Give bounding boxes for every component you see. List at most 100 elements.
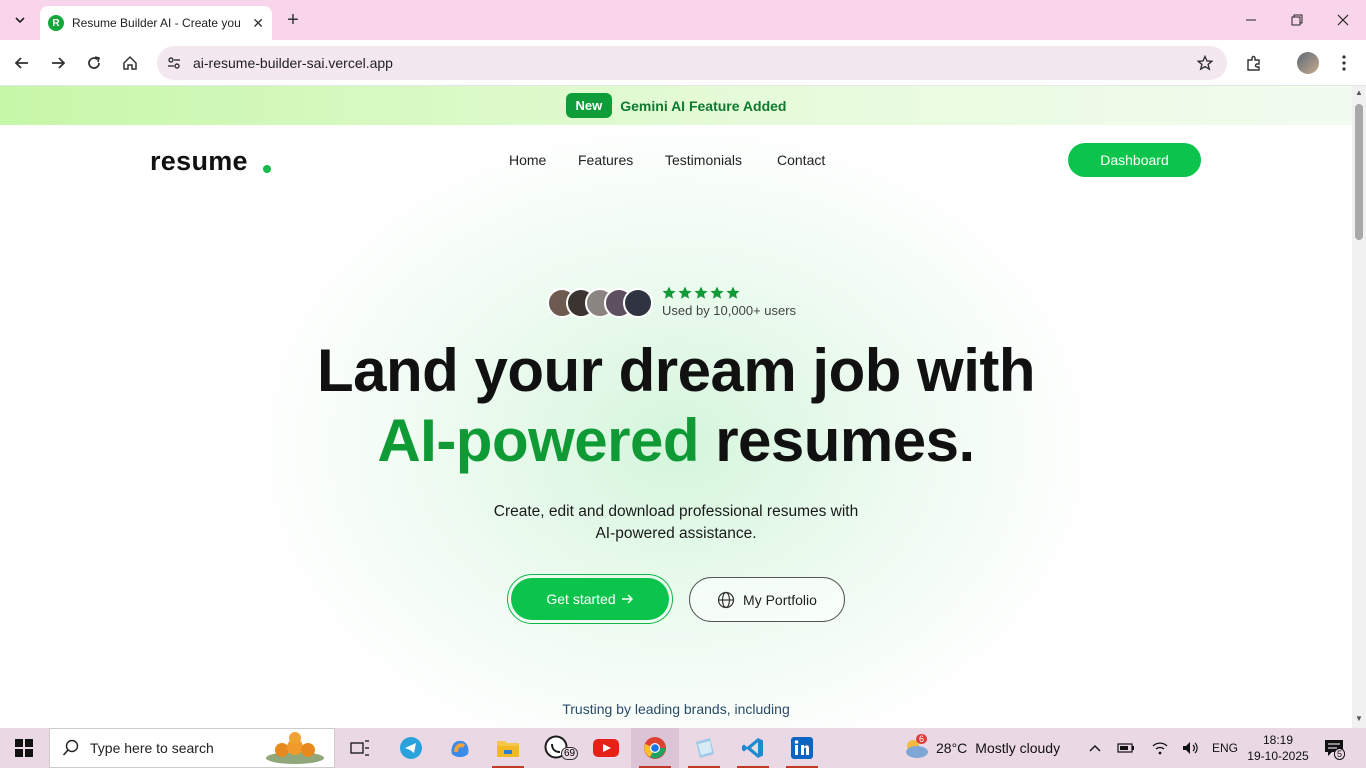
menu-button[interactable] [1331,50,1357,76]
home-button[interactable] [117,50,143,76]
volume-icon[interactable] [1182,728,1200,768]
tab-search-button[interactable] [8,8,32,32]
new-badge: New [565,93,613,118]
home-icon [123,55,137,70]
language-indicator[interactable]: ENG [1212,728,1238,768]
close-icon [1337,14,1349,26]
scrollbar-thumb[interactable] [1355,104,1363,240]
subtitle-line-2: AI-powered assistance. [595,525,757,542]
get-started-button[interactable]: Get started [511,578,669,620]
tab-title: Resume Builder AI - Create you [72,16,240,30]
announcement-text: Gemini AI Feature Added [620,97,787,114]
url-text: ai-resume-builder-sai.vercel.app [193,55,393,71]
weather-desc: Mostly cloudy [975,740,1061,756]
new-tab-button[interactable]: + [282,9,304,31]
task-view-icon [350,740,369,756]
tab-close-icon[interactable]: ✕ [252,15,264,32]
site-logo[interactable]: resume [150,146,248,177]
address-bar[interactable]: ai-resume-builder-sai.vercel.app [157,46,1227,80]
chevron-up-icon [1089,745,1101,752]
trusted-brands-text: Trusting by leading brands, including [562,701,790,717]
subtitle-line-1: Create, edit and download professional r… [493,503,859,520]
reload-icon [88,56,100,69]
browser-tab-active[interactable]: R Resume Builder AI - Create you ✕ [40,6,272,40]
back-arrow-icon [14,57,28,69]
close-window-button[interactable] [1320,0,1366,40]
globe-icon [717,591,735,608]
wifi-icon[interactable] [1152,728,1168,768]
whatsapp-app[interactable]: 69 [533,728,581,768]
reload-button[interactable] [81,50,107,76]
vscode-app[interactable] [729,728,777,768]
restore-icon [1291,14,1303,26]
file-explorer-app[interactable] [484,728,532,768]
notification-count: 5 [1334,748,1346,760]
forward-button[interactable] [45,50,71,76]
browser-toolbar: ai-resume-builder-sai.vercel.app [0,40,1366,86]
nav-features[interactable]: Features [578,152,633,168]
notification-icon: 5 [1324,739,1346,760]
telegram-app[interactable] [387,728,435,768]
star-icon [726,286,740,299]
copilot-icon [451,740,469,757]
taskbar-search[interactable]: Type here to search [49,728,335,768]
windows-icon [15,739,33,757]
vscode-icon [742,738,763,758]
scroll-down-icon[interactable]: ▼ [1355,715,1363,723]
headline-highlight: AI-powered [377,407,700,474]
more-vertical-icon [1342,55,1346,71]
profile-button[interactable] [1295,50,1321,76]
start-button[interactable] [0,728,48,768]
weather-cloud-icon: 6 [902,734,930,759]
weather-widget[interactable]: 6 28°C Mostly cloudy [902,728,1060,768]
headline-line-2: AI-powered resumes. [0,406,1352,475]
scroll-up-icon[interactable]: ▲ [1355,89,1363,97]
announcement-banner[interactable]: New Gemini AI Feature Added [0,86,1352,125]
site-info-icon[interactable] [165,55,183,71]
notes-icon [696,738,714,758]
star-icon [710,286,724,299]
chrome-app[interactable] [631,728,679,768]
puzzle-icon [1247,55,1260,71]
taskbar-search-placeholder: Type here to search [90,740,214,756]
show-hidden-icons[interactable] [1087,728,1103,768]
clock-time: 18:19 [1262,733,1294,747]
copilot-app[interactable] [436,728,484,768]
restore-button[interactable] [1274,0,1320,40]
task-view-button[interactable] [336,728,384,768]
linkedin-icon [791,737,813,759]
avatar [1297,52,1319,74]
notes-app[interactable] [680,728,728,768]
clock[interactable]: 18:19 19-10-2025 [1244,732,1312,764]
headline-rest: resumes. [715,407,975,474]
my-portfolio-button[interactable]: My Portfolio [689,577,845,622]
star-icon [694,286,708,299]
arrow-right-icon [621,594,633,604]
minimize-icon [1246,19,1256,21]
star-icon [678,286,692,299]
dashboard-button[interactable]: Dashboard [1068,143,1201,177]
folder-icon [497,741,519,757]
youtube-icon [593,739,619,757]
my-portfolio-label: My Portfolio [743,591,817,608]
page-scrollbar[interactable]: ▲ ▼ [1352,86,1366,728]
headline-line-1: Land your dream job with [316,337,1036,404]
bookmark-star-icon[interactable] [1197,55,1213,71]
nav-testimonials[interactable]: Testimonials [665,152,742,168]
sweets-icon [264,731,326,765]
minimize-button[interactable] [1228,0,1274,40]
back-button[interactable] [9,50,35,76]
extensions-button[interactable] [1241,50,1267,76]
nav-contact[interactable]: Contact [777,152,825,168]
nav-home[interactable]: Home [509,152,546,168]
favicon-icon: R [48,15,64,31]
chevron-down-icon [15,17,25,24]
weather-temp: 28°C [936,740,968,756]
battery-icon[interactable] [1117,728,1135,768]
browser-tabstrip: R Resume Builder AI - Create you ✕ + [0,0,1366,40]
youtube-app[interactable] [582,728,630,768]
notifications-button[interactable]: 5 [1324,728,1346,768]
get-started-label: Get started [546,591,616,607]
users-count-text: Used by 10,000+ users [662,303,797,318]
linkedin-app[interactable] [778,728,826,768]
